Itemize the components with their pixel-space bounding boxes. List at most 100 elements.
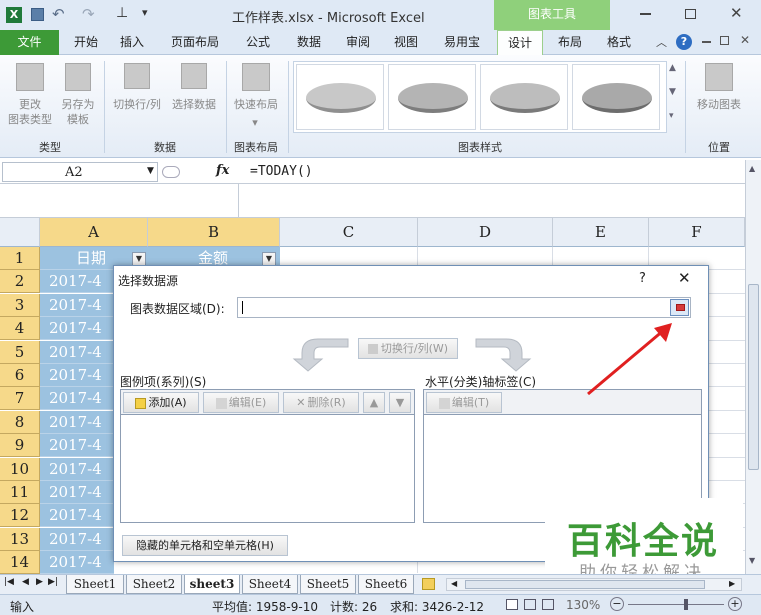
formula-input[interactable]: =TODAY() <box>250 164 313 179</box>
cell-a-date[interactable]: 2017-4 <box>40 410 114 434</box>
formula-bar-splitter[interactable] <box>162 166 180 178</box>
row-header[interactable]: 10 <box>0 457 40 481</box>
chart-style-thumb-1[interactable] <box>296 64 384 130</box>
filter-dropdown-icon[interactable]: ▼ <box>132 252 146 266</box>
column-header-e[interactable]: E <box>553 218 649 247</box>
redo-icon[interactable]: ↷ <box>82 5 95 23</box>
zoom-slider-track[interactable] <box>628 604 724 605</box>
name-box-dropdown-icon[interactable]: ▼ <box>147 166 154 176</box>
column-header-c[interactable]: C <box>280 218 418 247</box>
hidden-empty-cells-button[interactable]: 隐藏的单元格和空单元格(H) <box>122 535 288 556</box>
undo-icon[interactable]: ↶ <box>52 5 65 23</box>
row-header[interactable]: 12 <box>0 504 40 528</box>
collapse-ribbon-icon[interactable]: ︿ <box>656 34 667 50</box>
cell-a-date[interactable]: 2017-4 <box>40 270 114 294</box>
name-box[interactable]: A2 ▼ <box>2 162 158 182</box>
normal-view-icon[interactable] <box>506 599 518 610</box>
chart-style-thumb-4[interactable] <box>572 64 660 130</box>
horizontal-scrollbar[interactable]: ◀ ▶ <box>446 578 742 591</box>
cell-a-date[interactable]: 2017-4 <box>40 317 114 341</box>
filter-dropdown-icon[interactable]: ▼ <box>262 252 276 266</box>
move-up-button[interactable]: ▲ <box>363 392 385 413</box>
select-data-button[interactable]: 选择数据 <box>166 97 222 112</box>
quick-layout-button[interactable]: 快速布局 <box>228 97 284 112</box>
insert-sheet-icon[interactable] <box>422 578 435 590</box>
scroll-left-icon[interactable]: ◀ <box>451 579 457 588</box>
legend-series-list[interactable] <box>120 414 415 523</box>
row-header[interactable]: 4 <box>0 317 40 341</box>
gallery-scroll-down-icon[interactable]: ▼ <box>669 87 676 97</box>
cell-a-date[interactable]: 2017-4 <box>40 293 114 317</box>
doc-restore-icon[interactable] <box>720 36 729 45</box>
edit-axis-labels-button[interactable]: 编辑(T) <box>426 392 502 413</box>
page-break-view-icon[interactable] <box>542 599 554 610</box>
move-down-button[interactable]: ▼ <box>389 392 411 413</box>
tab-format[interactable]: 格式 <box>599 30 639 55</box>
row-header[interactable]: 3 <box>0 293 40 317</box>
scroll-thumb[interactable] <box>748 284 759 470</box>
sheet-tab-3-active[interactable]: sheet3 <box>184 575 240 594</box>
chart-style-thumb-2[interactable] <box>388 64 476 130</box>
minimize-icon[interactable] <box>640 13 651 15</box>
tab-insert[interactable]: 插入 <box>112 30 152 55</box>
cell-a-date[interactable]: 2017-4 <box>40 364 114 387</box>
row-header[interactable]: 5 <box>0 340 40 364</box>
row-header[interactable]: 1 <box>0 247 40 270</box>
customize-toolbar-icon[interactable]: ▾ <box>142 6 148 19</box>
sheet-tab-5[interactable]: Sheet5 <box>300 575 356 594</box>
chart-style-thumb-3[interactable] <box>480 64 568 130</box>
cell-a-date[interactable]: 2017-4 <box>40 527 114 551</box>
cell-a-date[interactable]: 2017-4 <box>40 504 114 528</box>
hscroll-thumb[interactable] <box>465 580 705 589</box>
maximize-icon[interactable] <box>685 9 696 19</box>
tab-design[interactable]: 设计 <box>497 30 543 55</box>
row-header[interactable]: 6 <box>0 364 40 387</box>
dialog-help-button[interactable]: ? <box>639 271 646 286</box>
first-sheet-nav-icon[interactable]: |◀ <box>4 577 14 587</box>
cell-a-date[interactable]: 2017-4 <box>40 387 114 411</box>
row-header[interactable]: 13 <box>0 527 40 551</box>
zoom-in-icon[interactable]: + <box>728 597 742 611</box>
row-header[interactable]: 9 <box>0 434 40 458</box>
tree-icon[interactable]: ⊥ <box>116 5 128 21</box>
cell-a-date[interactable]: 2017-4 <box>40 481 114 504</box>
cell-a-date[interactable]: 2017-4 <box>40 457 114 481</box>
column-header-d[interactable]: D <box>418 218 553 247</box>
sheet-tab-2[interactable]: Sheet2 <box>126 575 182 594</box>
gallery-more-icon[interactable]: ▾ <box>669 111 674 121</box>
tab-layout[interactable]: 布局 <box>550 30 590 55</box>
tab-yiyongbao[interactable]: 易用宝 <box>437 30 487 55</box>
switch-row-column-ribbon-button[interactable]: 切换行/列 <box>108 97 166 112</box>
column-header-b[interactable]: B <box>148 218 280 247</box>
gallery-scroll-up-icon[interactable]: ▲ <box>669 63 676 73</box>
collapse-dialog-icon[interactable] <box>670 299 689 316</box>
tab-view[interactable]: 视图 <box>386 30 426 55</box>
doc-minimize-icon[interactable] <box>702 41 711 43</box>
close-icon[interactable]: ✕ <box>730 4 743 22</box>
sheet-tab-4[interactable]: Sheet4 <box>242 575 298 594</box>
cell-a-date[interactable]: 2017-4 <box>40 551 114 575</box>
page-layout-view-icon[interactable] <box>524 599 536 610</box>
last-sheet-nav-icon[interactable]: ▶| <box>48 577 58 587</box>
sheet-tab-1[interactable]: Sheet1 <box>66 575 124 594</box>
doc-close-icon[interactable]: ✕ <box>740 33 750 47</box>
vertical-scrollbar[interactable]: ▲ ▼ <box>745 160 761 574</box>
zoom-level[interactable]: 130% <box>566 598 600 612</box>
delete-series-button[interactable]: ✕ 删除(R) <box>283 392 359 413</box>
tab-file[interactable]: 文件 <box>0 30 59 55</box>
fx-icon[interactable]: fx <box>216 163 229 178</box>
scroll-up-icon[interactable]: ▲ <box>749 164 755 173</box>
column-header-a[interactable]: A <box>40 218 148 247</box>
select-all-corner[interactable] <box>0 218 40 247</box>
add-series-button[interactable]: 添加(A) <box>123 392 199 413</box>
save-icon[interactable] <box>31 8 44 21</box>
tab-formulas[interactable]: 公式 <box>238 30 278 55</box>
save-as-template-button[interactable]: 另存为 模板 <box>54 97 102 127</box>
move-chart-button[interactable]: 移动图表 <box>690 97 748 112</box>
change-chart-type-button[interactable]: 更改 图表类型 <box>4 97 56 127</box>
help-icon[interactable]: ? <box>676 34 692 50</box>
chart-data-range-input[interactable] <box>237 297 691 318</box>
row-header[interactable]: 7 <box>0 387 40 411</box>
tab-review[interactable]: 审阅 <box>338 30 378 55</box>
quick-layout-dropdown-icon[interactable]: ▾ <box>250 115 260 130</box>
